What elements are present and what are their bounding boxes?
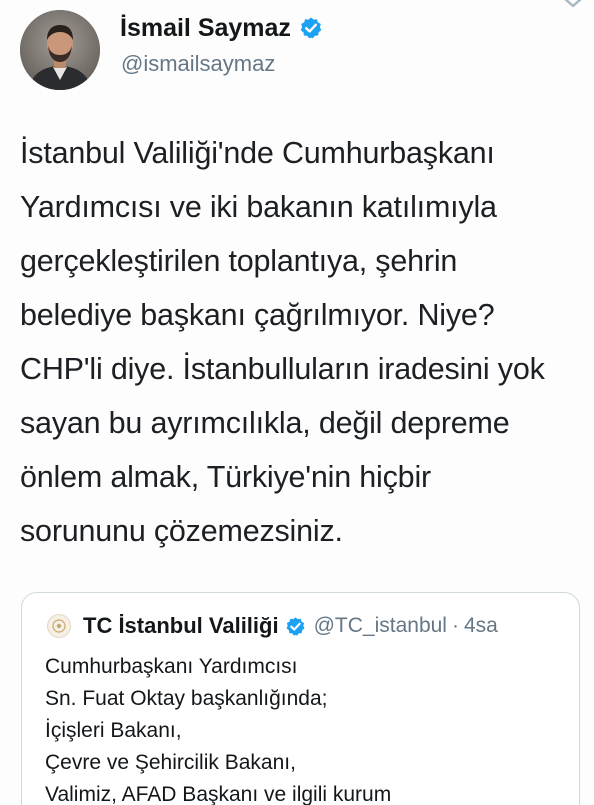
tweet-line: gerçekleştirilen toplantıya, şehrin — [20, 244, 458, 278]
quoted-tweet-header: TC İstanbul Valiliği @TC_istanbul · 4sa — [47, 613, 498, 639]
quoted-line: Valimiz, AFAD Başkanı ve ilgili kurum — [45, 783, 392, 805]
profile-photo-icon — [20, 10, 100, 90]
quoted-avatar — [47, 614, 71, 638]
avatar[interactable] — [20, 10, 100, 90]
tweet-line: Yardımcısı ve iki bakanın katılımıyla — [20, 190, 497, 224]
tweet-line: önlem almak, Türkiye'nin hiçbir — [20, 460, 431, 494]
author-handle[interactable]: @ismailsaymaz — [121, 50, 275, 78]
quoted-timestamp[interactable]: 4sa — [464, 614, 498, 638]
tweet-text: İstanbul Valiliği'nde Cumhurbaşkanı Yard… — [20, 126, 580, 558]
author-name[interactable]: İsmail Saymaz — [120, 13, 291, 43]
tweet-line: sorununu çözemezsiniz. — [20, 514, 343, 548]
quoted-tweet-text: Cumhurbaşkanı Yardımcısı Sn. Fuat Oktay … — [45, 651, 565, 805]
author-name-row[interactable]: İsmail Saymaz — [120, 13, 323, 43]
verified-badge-icon — [286, 616, 305, 636]
tweet-line: belediye başkanı çağrılmıyor. Niye? — [20, 298, 495, 332]
quoted-tweet-card[interactable]: TC İstanbul Valiliği @TC_istanbul · 4sa … — [21, 592, 580, 805]
emblem-icon — [52, 619, 66, 633]
quoted-author-name[interactable]: TC İstanbul Valiliği — [83, 613, 279, 639]
quoted-line: Cumhurbaşkanı Yardımcısı — [45, 655, 298, 678]
verified-badge-icon — [300, 17, 322, 39]
quoted-line: İçişleri Bakanı, — [45, 719, 182, 742]
quoted-line: Çevre ve Şehircilik Bakanı, — [45, 751, 296, 774]
quoted-author-handle[interactable]: @TC_istanbul — [314, 614, 447, 638]
tweet-page: İsmail Saymaz @ismailsaymaz İstanbul Val… — [0, 0, 594, 805]
tweet-line: sayan bu ayrımcılıkla, değil depreme — [20, 406, 510, 440]
separator-dot: · — [451, 614, 459, 637]
quoted-line: Sn. Fuat Oktay başkanlığında; — [45, 687, 328, 710]
chevron-down-icon[interactable] — [560, 0, 586, 14]
tweet-line: İstanbul Valiliği'nde Cumhurbaşkanı — [20, 136, 495, 170]
tweet-line: CHP'li diye. İstanbulluların iradesini y… — [20, 352, 545, 386]
